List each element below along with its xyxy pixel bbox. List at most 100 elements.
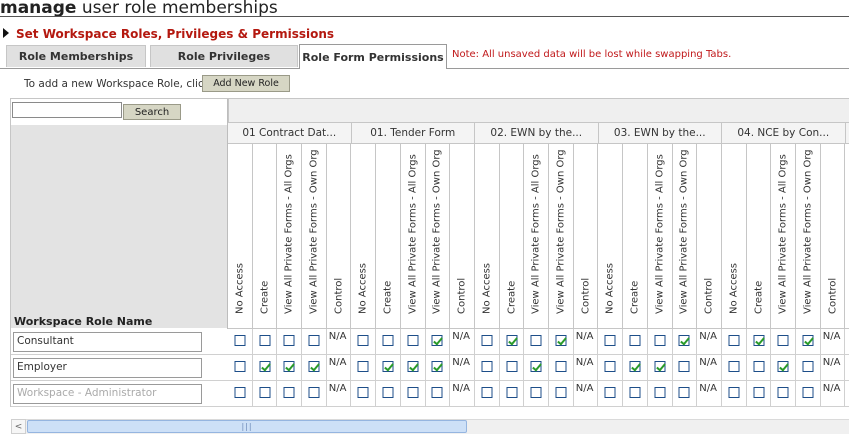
form-group-header: 01. Tender Form	[352, 123, 475, 143]
scroll-left-arrow-icon[interactable]: <	[11, 419, 26, 434]
role-name-field[interactable]: Consultant	[13, 332, 202, 352]
permission-checkbox[interactable]	[530, 387, 542, 398]
permission-checkbox[interactable]	[357, 335, 369, 346]
tab-role-form-permissions[interactable]: Role Form Permissions	[299, 44, 447, 69]
permission-checkbox[interactable]	[728, 387, 740, 398]
role-name-field[interactable]: Workspace - Administrator	[13, 384, 202, 404]
permission-checkbox[interactable]	[259, 387, 271, 398]
permission-checkbox[interactable]	[629, 387, 641, 398]
permission-cell	[302, 355, 327, 380]
section-heading[interactable]: Set Workspace Roles, Privileges & Permis…	[3, 26, 334, 42]
permission-checkbox[interactable]	[481, 361, 493, 372]
permission-checkbox[interactable]	[506, 361, 518, 372]
permission-cell	[277, 381, 303, 406]
permission-checkbox[interactable]	[555, 387, 567, 398]
permission-column-label: No Access	[481, 262, 493, 314]
permission-checkbox[interactable]	[678, 387, 690, 398]
permission-checkbox[interactable]	[234, 335, 246, 346]
permission-checkbox[interactable]	[802, 387, 814, 398]
permission-column-header: Create	[500, 144, 525, 328]
permission-checkbox-checked[interactable]	[678, 335, 690, 346]
permission-checkbox-checked[interactable]	[308, 361, 320, 372]
permission-checkbox[interactable]	[407, 387, 419, 398]
permission-checkbox[interactable]	[283, 387, 295, 398]
permission-cell	[747, 355, 772, 380]
search-input[interactable]	[12, 102, 122, 118]
permission-checkbox[interactable]	[308, 387, 320, 398]
permission-cell	[796, 355, 821, 380]
permission-checkbox[interactable]	[753, 361, 765, 372]
permission-column-header: View All Private Forms - Own Org	[673, 144, 698, 328]
role-name-field[interactable]: Employer	[13, 358, 202, 378]
tab-role-privileges[interactable]: Role Privileges	[150, 45, 298, 67]
add-new-role-button[interactable]: Add New Role	[202, 75, 290, 92]
permission-checkbox[interactable]	[259, 335, 271, 346]
permission-checkbox[interactable]	[431, 387, 443, 398]
permission-cell	[623, 381, 648, 406]
permission-checkbox[interactable]	[777, 335, 789, 346]
permission-checkbox[interactable]	[382, 387, 394, 398]
permission-checkbox-checked[interactable]	[283, 361, 295, 372]
permission-checkbox-checked[interactable]	[530, 361, 542, 372]
scrollbar-thumb[interactable]: |||	[27, 420, 467, 433]
permission-column-label: No Access	[234, 262, 246, 314]
permission-checkbox[interactable]	[308, 335, 320, 346]
permission-column-label: Control	[580, 277, 592, 314]
permission-checkbox[interactable]	[382, 335, 394, 346]
permission-checkbox[interactable]	[777, 387, 789, 398]
permission-checkbox-checked[interactable]	[259, 361, 271, 372]
permission-checkbox[interactable]	[629, 335, 641, 346]
permission-checkbox[interactable]	[555, 361, 567, 372]
permission-checkbox[interactable]	[481, 387, 493, 398]
permission-checkbox[interactable]	[654, 335, 666, 346]
permission-cell: N/A	[450, 355, 475, 380]
permission-checkbox[interactable]	[802, 361, 814, 372]
permission-cell	[277, 329, 303, 354]
permission-checkbox[interactable]	[678, 361, 690, 372]
permission-checkbox[interactable]	[728, 335, 740, 346]
permission-checkbox-checked[interactable]	[654, 361, 666, 372]
permission-cell	[352, 381, 377, 406]
permission-checkbox-checked[interactable]	[753, 335, 765, 346]
permission-checkbox[interactable]	[753, 387, 765, 398]
permission-checkbox-checked[interactable]	[802, 335, 814, 346]
permission-cell: N/A	[574, 329, 599, 354]
permission-checkbox-checked[interactable]	[506, 335, 518, 346]
permission-checkbox[interactable]	[604, 387, 616, 398]
permission-checkbox-checked[interactable]	[555, 335, 567, 346]
permission-checkbox[interactable]	[283, 335, 295, 346]
permission-checkbox[interactable]	[506, 387, 518, 398]
control-na-label: N/A	[328, 383, 347, 394]
tab-role-memberships[interactable]: Role Memberships	[6, 45, 146, 67]
permission-checkbox[interactable]	[357, 387, 369, 398]
permission-checkbox-checked[interactable]	[777, 361, 789, 372]
permission-checkbox[interactable]	[530, 335, 542, 346]
control-na-label: N/A	[452, 383, 470, 394]
control-na-label: N/A	[822, 331, 841, 342]
permission-column-header: Control	[450, 144, 475, 328]
permission-checkbox-checked[interactable]	[382, 361, 394, 372]
permission-checkbox-checked[interactable]	[629, 361, 641, 372]
permission-column-label: Create	[629, 280, 641, 314]
permission-checkbox-checked[interactable]	[407, 361, 419, 372]
permission-column-header: No Access	[599, 144, 624, 328]
permission-checkbox[interactable]	[604, 335, 616, 346]
permission-checkbox[interactable]	[481, 335, 493, 346]
permission-checkbox[interactable]	[407, 335, 419, 346]
permission-checkbox[interactable]	[654, 387, 666, 398]
permission-checkbox[interactable]	[357, 361, 369, 372]
permission-column-header: View All Private Forms - All Orgs	[401, 144, 426, 328]
permission-cell	[648, 381, 673, 406]
permission-cell: N/A	[821, 381, 846, 406]
permission-checkbox[interactable]	[728, 361, 740, 372]
permission-checkbox-checked[interactable]	[431, 335, 443, 346]
permission-cell	[228, 355, 253, 380]
permission-checkbox[interactable]	[234, 361, 246, 372]
permission-checkbox[interactable]	[604, 361, 616, 372]
permission-checkbox-checked[interactable]	[431, 361, 443, 372]
permission-cell	[277, 355, 303, 380]
permission-cell	[623, 329, 648, 354]
search-button[interactable]: Search	[123, 104, 181, 120]
permission-checkbox[interactable]	[234, 387, 246, 398]
permission-cell: N/A	[697, 329, 722, 354]
